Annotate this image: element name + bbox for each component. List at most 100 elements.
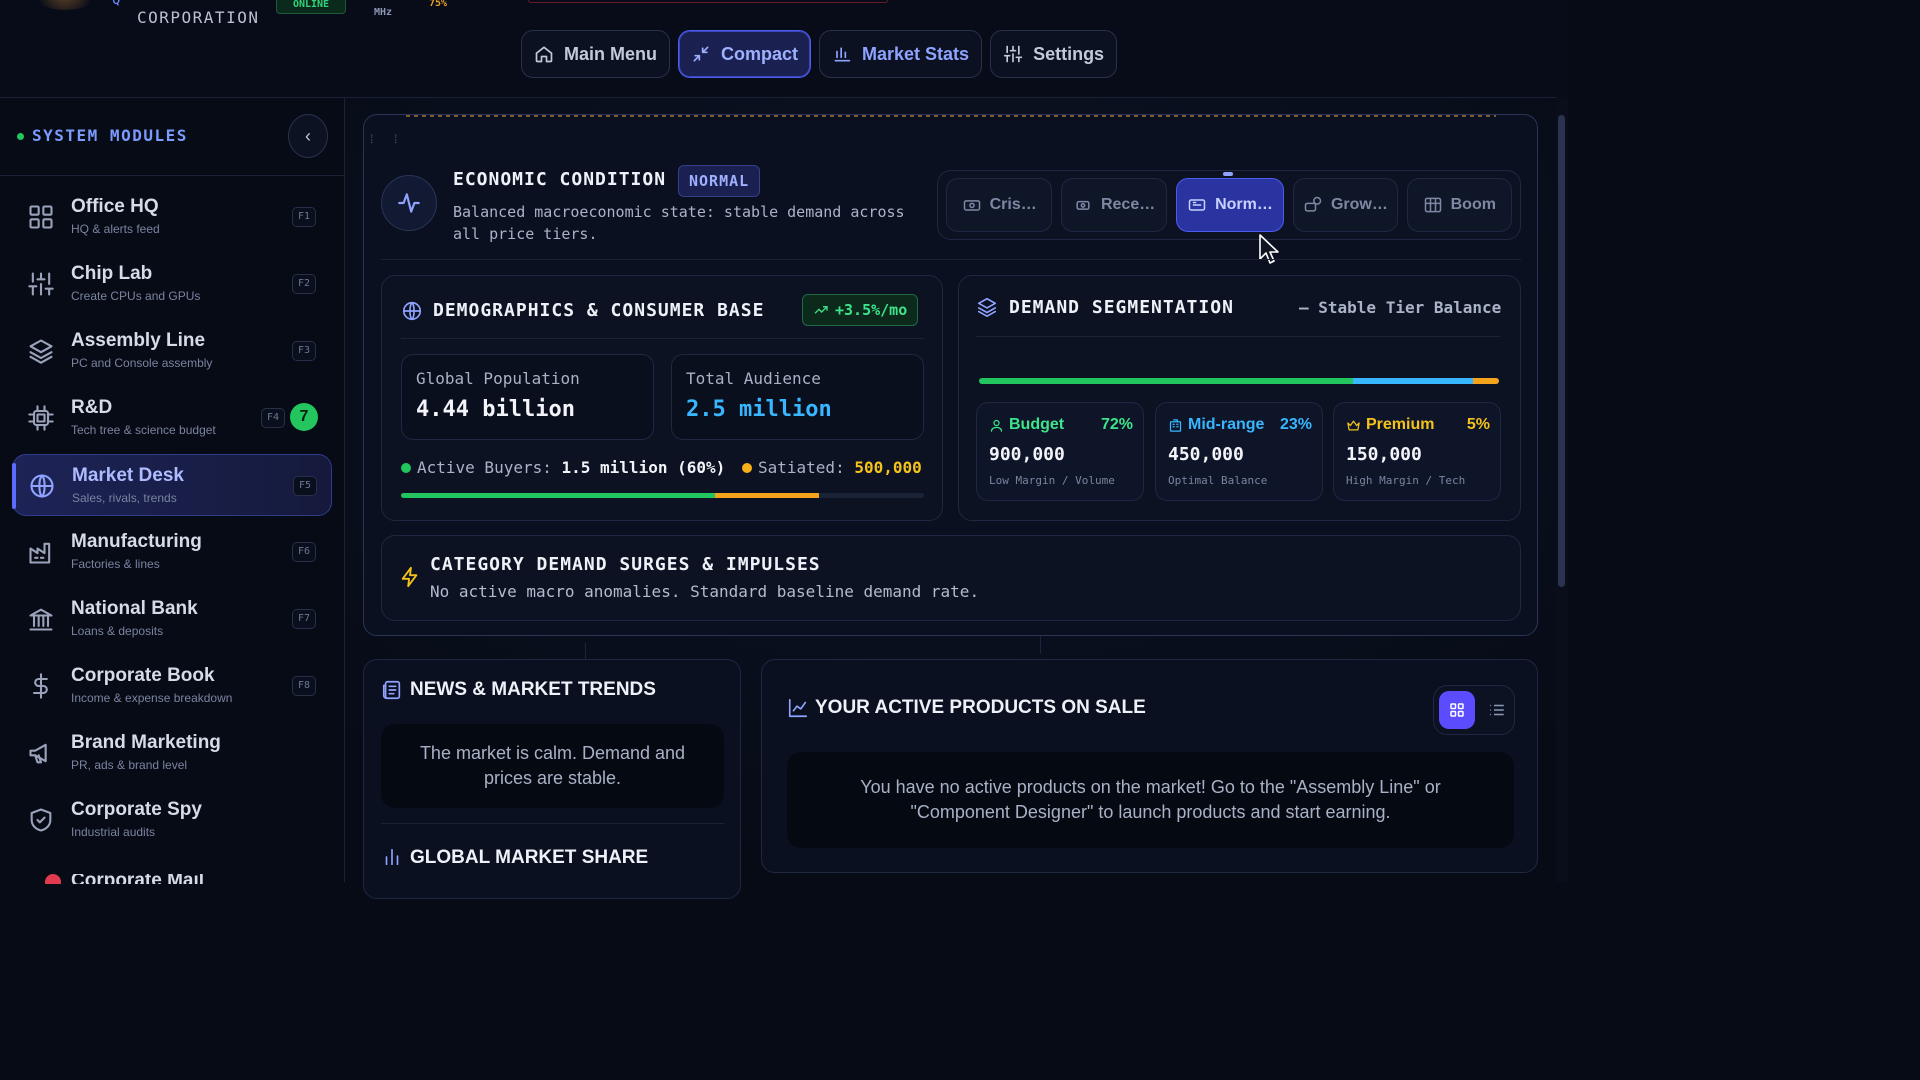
status-percent: 75% xyxy=(429,0,448,9)
news-trends-card: NEWS & MARKET TRENDS The market is calm.… xyxy=(363,659,741,899)
view-mode-toggle xyxy=(1433,685,1515,735)
state-normal-button[interactable]: Norm… xyxy=(1175,178,1285,232)
shortcut-key: F8 xyxy=(292,676,316,696)
shortcut-key: F3 xyxy=(292,341,316,361)
growth-icon xyxy=(1304,196,1322,212)
sidebar-item-assembly-line[interactable]: Assembly Line PC and Console assembly F3 xyxy=(12,320,332,382)
economic-state-selector: Cris… Rece… Norm… Grow… Boom xyxy=(937,170,1521,240)
sidebar-list: Office HQ HQ & alerts feed F1 Chip Lab C… xyxy=(0,176,344,851)
sidebar-item-corporate-book[interactable]: Corporate Book Income & expense breakdow… xyxy=(12,655,332,717)
drag-handle-icon[interactable]: ⁞ xyxy=(394,133,397,145)
state-label: Cris… xyxy=(989,196,1037,213)
sidebar-item-office-hq[interactable]: Office HQ HQ & alerts feed F1 xyxy=(12,186,332,248)
sidebar-item-label: Brand Marketing xyxy=(71,732,221,753)
demand-segmentation-card: DEMAND SEGMENTATION — Stable Tier Balanc… xyxy=(958,275,1521,521)
grid-view-button[interactable] xyxy=(1439,691,1475,729)
brand-logo xyxy=(30,0,100,10)
growth-rate-value: +3.5%/mo xyxy=(835,301,908,319)
status-dot xyxy=(17,133,24,140)
sidebar-item-sub: Sales, rivals, trends xyxy=(72,491,177,505)
sidebar-collapse-button[interactable]: ‹ xyxy=(288,114,328,158)
status-online-badge: ONLINE xyxy=(276,0,346,14)
compact-button[interactable]: Compact xyxy=(678,30,812,78)
stat-label: Total Audience xyxy=(686,369,821,388)
state-label: Boom xyxy=(1450,196,1496,213)
stat-label: Global Population xyxy=(416,369,580,388)
drag-handle-icon[interactable]: ⁞ xyxy=(370,133,373,145)
main-menu-button[interactable]: Main Menu xyxy=(521,30,670,78)
sidebar-item-brand-marketing[interactable]: Brand Marketing PR, ads & brand level xyxy=(12,722,332,784)
sidebar-item-label: Manufacturing xyxy=(71,531,202,552)
state-label: Rece… xyxy=(1100,196,1156,213)
sidebar: SYSTEM MODULES ‹ Office HQ HQ & alerts f… xyxy=(0,98,345,884)
active-products-title: YOUR ACTIVE PRODUCTS ON SALE xyxy=(815,697,1146,718)
demand-surges-card: CATEGORY DEMAND SURGES & IMPULSES No act… xyxy=(381,535,1521,621)
status-mhz: MHz xyxy=(374,7,393,18)
sidebar-header: SYSTEM MODULES ‹ xyxy=(0,98,344,176)
cpu-icon xyxy=(27,404,55,432)
sidebar-item-sub: Loans & deposits xyxy=(71,624,164,638)
grid-icon xyxy=(1450,703,1464,717)
list-icon xyxy=(1490,704,1504,716)
sidebar-item-sub: PC and Console assembly xyxy=(71,356,213,370)
dollar-icon xyxy=(27,672,55,700)
compact-label: Compact xyxy=(721,43,799,64)
market-stats-button[interactable]: Market Stats xyxy=(819,30,983,78)
divider xyxy=(381,259,1521,260)
active-buyers-label: Active Buyers: xyxy=(417,458,552,477)
economic-state-badge: NORMAL xyxy=(678,165,761,197)
news-title: NEWS & MARKET TRENDS xyxy=(410,679,656,700)
legend-dot xyxy=(742,463,752,473)
tier-name: Mid-range xyxy=(1168,416,1264,434)
factory-icon xyxy=(27,538,55,566)
global-population-stat: Global Population 4.44 billion xyxy=(401,354,654,440)
newspaper-icon xyxy=(381,679,403,706)
news-message: The market is calm. Demand and prices ar… xyxy=(381,724,724,808)
tier-note: Low Margin / Volume xyxy=(989,474,1115,487)
sidebar-title: SYSTEM MODULES xyxy=(32,126,188,145)
tier-fill-0 xyxy=(979,378,1354,384)
settings-button[interactable]: Settings xyxy=(990,30,1118,78)
state-boom-button[interactable]: Boom xyxy=(1406,178,1512,232)
sidebar-item-corporate-mail[interactable]: Corporate Mail xyxy=(45,874,205,884)
tier-label: Mid-range xyxy=(1188,416,1265,433)
state-crisis-button[interactable]: Cris… xyxy=(946,178,1053,232)
active-state-indicator xyxy=(1223,172,1233,176)
sidebar-item-sub: Factories & lines xyxy=(71,557,160,571)
top-nav: Main Menu Compact Market Stats Settings xyxy=(521,30,1118,78)
stat-value: 2.5 million xyxy=(686,397,832,422)
state-growth-button[interactable]: Grow… xyxy=(1293,178,1398,232)
total-audience-stat: Total Audience 2.5 million xyxy=(671,354,924,440)
sidebar-item-chip-lab[interactable]: Chip Lab Create CPUs and GPUs F2 xyxy=(12,253,332,315)
shortcut-key: F4 xyxy=(261,408,285,428)
tier-premium-card: Premium 5% 150,000 High Margin / Tech xyxy=(1333,402,1501,501)
layers-icon xyxy=(976,296,998,323)
demand-segmentation-title: DEMAND SEGMENTATION xyxy=(1009,297,1234,318)
sidebar-item-rnd[interactable]: R&D Tech tree & science budget F4 7 xyxy=(12,387,332,449)
notification-dot xyxy=(45,874,61,884)
scrollbar-thumb[interactable] xyxy=(1558,115,1565,587)
sidebar-item-corporate-spy[interactable]: Corporate Spy Industrial audits xyxy=(12,789,332,851)
sidebar-item-manufacturing[interactable]: Manufacturing Factories & lines F6 xyxy=(12,521,332,583)
state-recession-button[interactable]: Rece… xyxy=(1061,178,1167,232)
building-icon xyxy=(1169,418,1182,432)
shortcut-key: F7 xyxy=(292,609,316,629)
sidebar-item-label: Corporate Spy xyxy=(71,799,202,820)
tier-balance-status: — Stable Tier Balance xyxy=(1299,298,1502,317)
recession-icon xyxy=(1076,200,1090,210)
satiated-value: 500,000 xyxy=(854,458,922,477)
sidebar-item-market-desk[interactable]: Market Desk Sales, rivals, trends F5 xyxy=(12,454,332,516)
layers-icon xyxy=(27,337,55,365)
sidebar-item-national-bank[interactable]: National Bank Loans & deposits F7 xyxy=(12,588,332,650)
sidebar-item-label: Chip Lab xyxy=(71,263,153,284)
shield-icon xyxy=(27,806,55,834)
megaphone-icon xyxy=(27,739,55,767)
sliders-icon xyxy=(27,270,55,298)
list-view-button[interactable] xyxy=(1479,691,1515,729)
sidebar-item-sub: HQ & alerts feed xyxy=(71,222,160,236)
active-buyers-value: 1.5 million (60%) xyxy=(561,458,726,477)
line-chart-icon xyxy=(787,697,809,724)
market-stats-label: Market Stats xyxy=(862,43,970,64)
trending-up-icon xyxy=(814,306,828,314)
tier-count: 900,000 xyxy=(989,444,1065,465)
